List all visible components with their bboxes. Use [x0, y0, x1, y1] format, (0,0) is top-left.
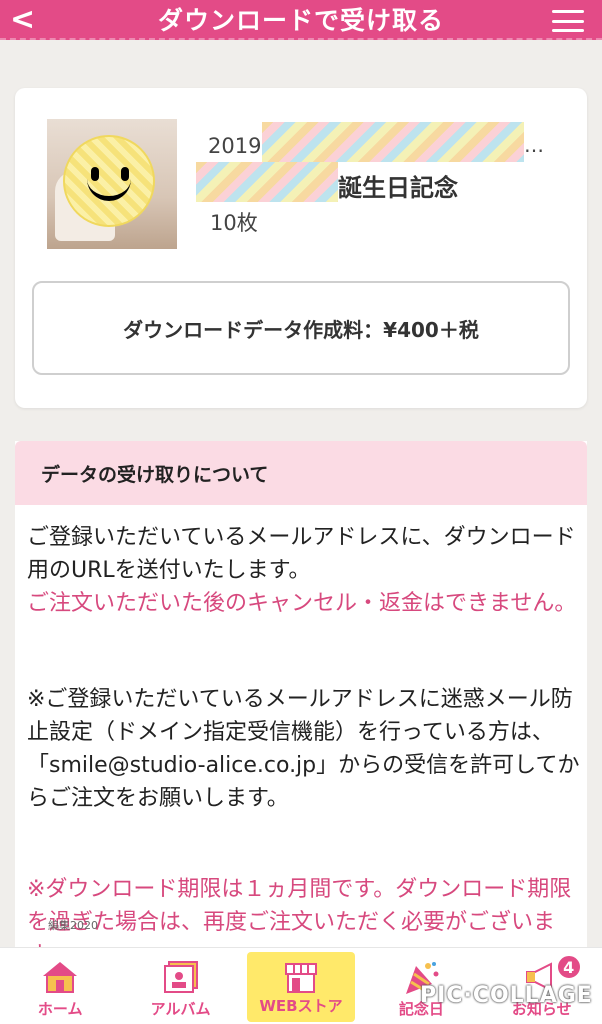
product-year: 2019 [208, 134, 262, 158]
notification-badge: 4 [555, 954, 582, 980]
smiley-sticker-icon [63, 135, 155, 227]
photo-count: 10枚 [210, 211, 258, 235]
photo-thumbnail [47, 119, 177, 249]
app-header: < ダウンロードで受け取る [0, 0, 602, 40]
cancel-notice: ご注文いただいた後のキャンセル・返金はできません。 [27, 591, 577, 616]
product-event-name: 誕生日記念 [338, 174, 458, 202]
price-label: ダウンロードデータ作成料：¥400＋税 [123, 317, 479, 342]
title-ellipsis: … [524, 133, 544, 157]
nav-home[interactable]: ホーム [6, 948, 114, 1024]
nav-home-label: ホーム [37, 1000, 83, 1018]
smiley-mouth [87, 175, 131, 201]
redaction-stripes [262, 122, 524, 162]
info-paragraph: ご登録いただいているメールアドレスに、ダウンロード用のURLを送付いたします。 [27, 525, 576, 583]
overlay-note: 編集2020 [48, 919, 98, 932]
hamburger-icon[interactable] [552, 10, 584, 32]
receipt-info-section: データの受け取りについて ご登録いただいているメールアドレスに、ダウンロード用の… [15, 441, 587, 961]
spam-filter-notice: ※ご登録いただいているメールアドレスに迷惑メール防止設定（ドメイン指定受信機能）… [27, 687, 580, 811]
back-button[interactable]: < [10, 3, 35, 37]
redaction-stripes [196, 162, 338, 202]
home-icon [43, 962, 78, 993]
nav-webstore-label: WEBストア [259, 997, 343, 1015]
nav-webstore[interactable]: WEBストア [246, 952, 355, 1022]
info-heading-bar: データの受け取りについて [15, 441, 587, 505]
price-box: ダウンロードデータ作成料：¥400＋税 [32, 281, 570, 375]
album-icon [163, 961, 198, 993]
nav-album-label: アルバム [150, 1000, 211, 1018]
store-icon [284, 963, 317, 993]
nav-album[interactable]: アルバム [127, 948, 235, 1024]
pic-collage-watermark: PIC·COLLAGE [420, 983, 593, 1008]
info-heading: データの受け取りについて [41, 463, 269, 486]
page-title: ダウンロードで受け取る [157, 6, 444, 35]
